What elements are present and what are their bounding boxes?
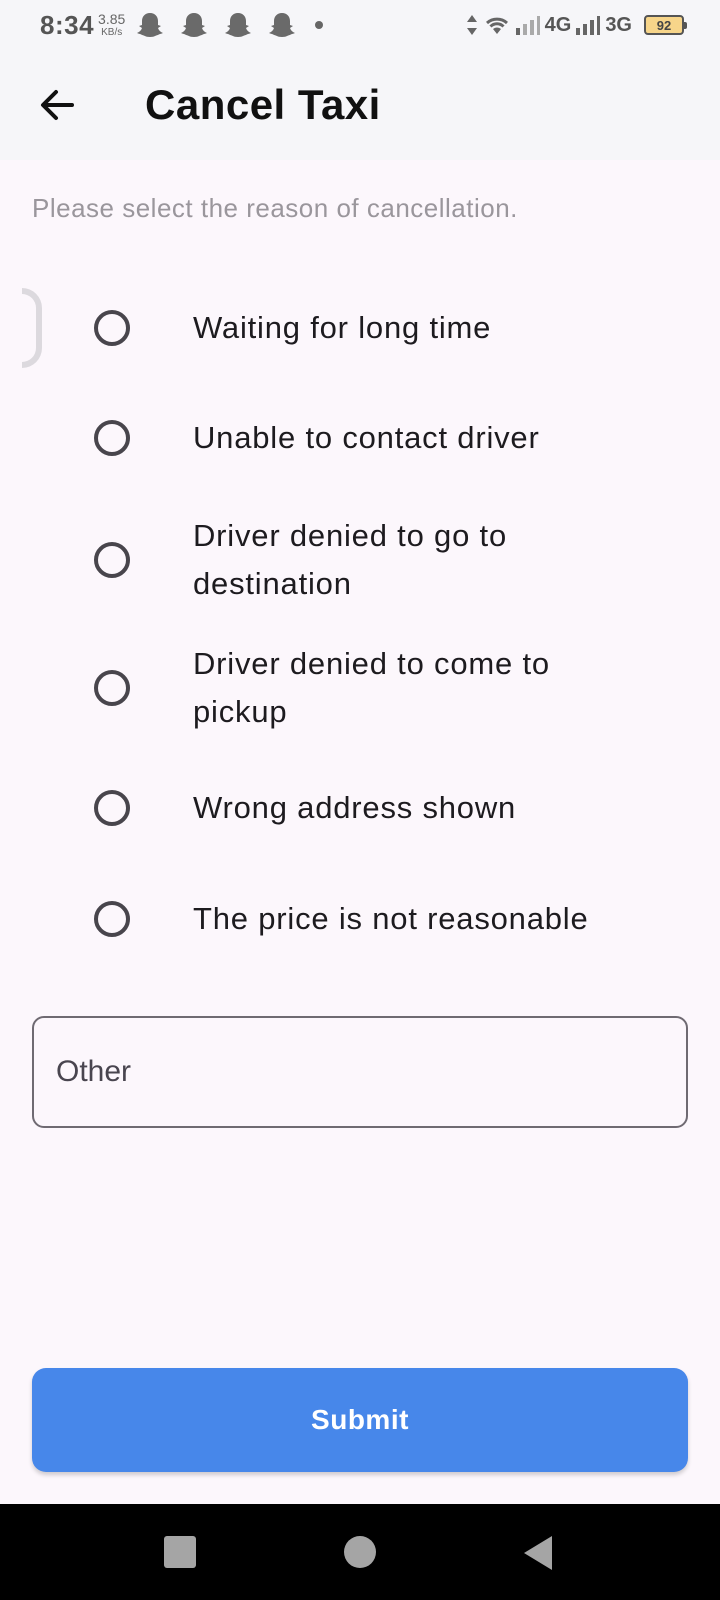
instruction-text: Please select the reason of cancellation… [32,193,518,223]
page-title: Cancel Taxi [145,81,381,128]
network-speed-unit: KB/s [101,27,123,38]
submit-button[interactable]: Submit [32,1368,688,1472]
wifi-icon [485,17,508,34]
data-transfer-icon [466,15,477,35]
reason-label: Unable to contact driver [193,420,540,455]
system-nav-bar [0,1504,720,1600]
arrow-left-icon [41,90,74,120]
status-time: 8:34 [40,9,95,40]
other-reason-input[interactable] [32,1016,688,1128]
network-type-2: 3G [605,13,632,36]
reason-label: Driver denied to come to pickup [193,646,550,729]
reason-label: Waiting for long time [193,310,492,345]
notification-icons [135,12,297,38]
status-bar: 8:34 3.85 KB/s 4G 3G 92 [0,0,720,50]
reason-option-waiting[interactable]: Waiting for long time [80,298,680,358]
battery-icon: 92 [644,15,687,35]
app-bar: Cancel Taxi [0,50,720,160]
more-notifications-dot [315,21,324,29]
radio-button[interactable] [94,670,130,706]
recent-apps-icon[interactable] [164,1536,196,1568]
radio-button[interactable] [94,542,130,578]
side-drawer-handle[interactable] [22,288,42,368]
radio-button[interactable] [94,790,130,826]
network-speed-value: 3.85 [98,11,126,27]
reason-option-price[interactable]: The price is not reasonable [80,889,680,949]
snapchat-icon [137,13,164,37]
back-button[interactable] [17,65,97,145]
reason-label: The price is not reasonable [193,901,589,936]
status-right: 4G 3G 92 [465,13,687,37]
radio-button[interactable] [94,901,130,937]
reason-option-pickup[interactable]: Driver denied to come to pickup [80,640,680,736]
reason-option-contact[interactable]: Unable to contact driver [80,408,680,468]
back-nav-icon[interactable] [524,1536,552,1570]
reason-label: Driver denied to go to destination [193,518,507,601]
snapchat-icon [181,13,208,37]
reason-label: Wrong address shown [193,790,517,825]
signal-icon [576,16,601,35]
battery-level: 92 [656,17,672,33]
home-icon[interactable] [344,1536,376,1568]
signal-icon [515,16,540,35]
snapchat-icon [225,13,252,37]
radio-button[interactable] [94,310,130,346]
reason-option-destination[interactable]: Driver denied to go to destination [80,512,680,608]
network-speed: 3.85 KB/s [98,12,125,38]
radio-button[interactable] [94,420,130,456]
network-type-1: 4G [544,13,572,36]
snapchat-icon [269,13,296,37]
reason-option-address[interactable]: Wrong address shown [80,778,680,838]
